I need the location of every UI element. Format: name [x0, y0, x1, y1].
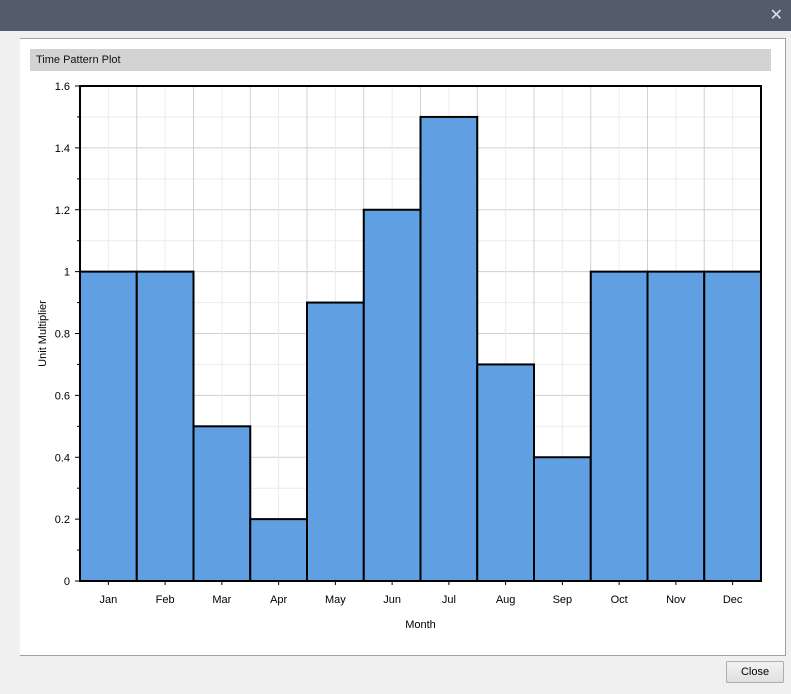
x-tick-label: Jul: [442, 594, 456, 606]
x-tick-label: Nov: [666, 594, 686, 606]
y-tick-label: 1: [64, 267, 70, 279]
y-tick-label: 0.4: [55, 452, 70, 464]
bar-dec: [703, 270, 762, 582]
bar-jul: [419, 115, 479, 582]
close-button[interactable]: Close: [726, 661, 784, 683]
bar-chart: Jan Feb Mar Apr May Jun Jul Aug Sep Oct Nov Dec 0 0.2…: [37, 81, 762, 631]
x-tick-label: Jan: [100, 594, 118, 606]
x-tick-label: Apr: [270, 594, 287, 606]
bar-nov: [646, 270, 706, 582]
y-tick-label: 0.8: [55, 329, 70, 341]
y-axis-label: Unit Multiplier: [37, 300, 49, 367]
bar-apr: [249, 518, 308, 582]
x-tick-label: Oct: [611, 594, 628, 606]
x-tick-label: Mar: [212, 594, 231, 606]
y-tick-label: 0.2: [55, 514, 70, 526]
x-tick-label: May: [325, 594, 346, 606]
bar-mar: [192, 425, 252, 582]
x-tick-label: Dec: [723, 594, 743, 606]
bar-sep: [533, 456, 592, 582]
bar-jun: [362, 208, 422, 582]
y-tick-label: 1.4: [55, 143, 70, 155]
y-tick-label: 0: [64, 576, 70, 588]
bar-feb: [135, 270, 195, 582]
bar-may: [306, 301, 365, 582]
y-tick-label: 1.6: [55, 81, 70, 93]
bar-aug: [476, 363, 535, 582]
x-tick-label: Sep: [553, 594, 573, 606]
y-tick-label: 0.6: [55, 390, 70, 402]
x-tick-label: Aug: [496, 594, 516, 606]
bar-oct: [589, 270, 649, 582]
y-tick-label: 1.2: [55, 205, 70, 217]
bar-jan: [79, 270, 138, 582]
x-tick-label: Jun: [383, 594, 401, 606]
x-axis-label: Month: [405, 619, 436, 631]
x-tick-label: Feb: [156, 594, 175, 606]
